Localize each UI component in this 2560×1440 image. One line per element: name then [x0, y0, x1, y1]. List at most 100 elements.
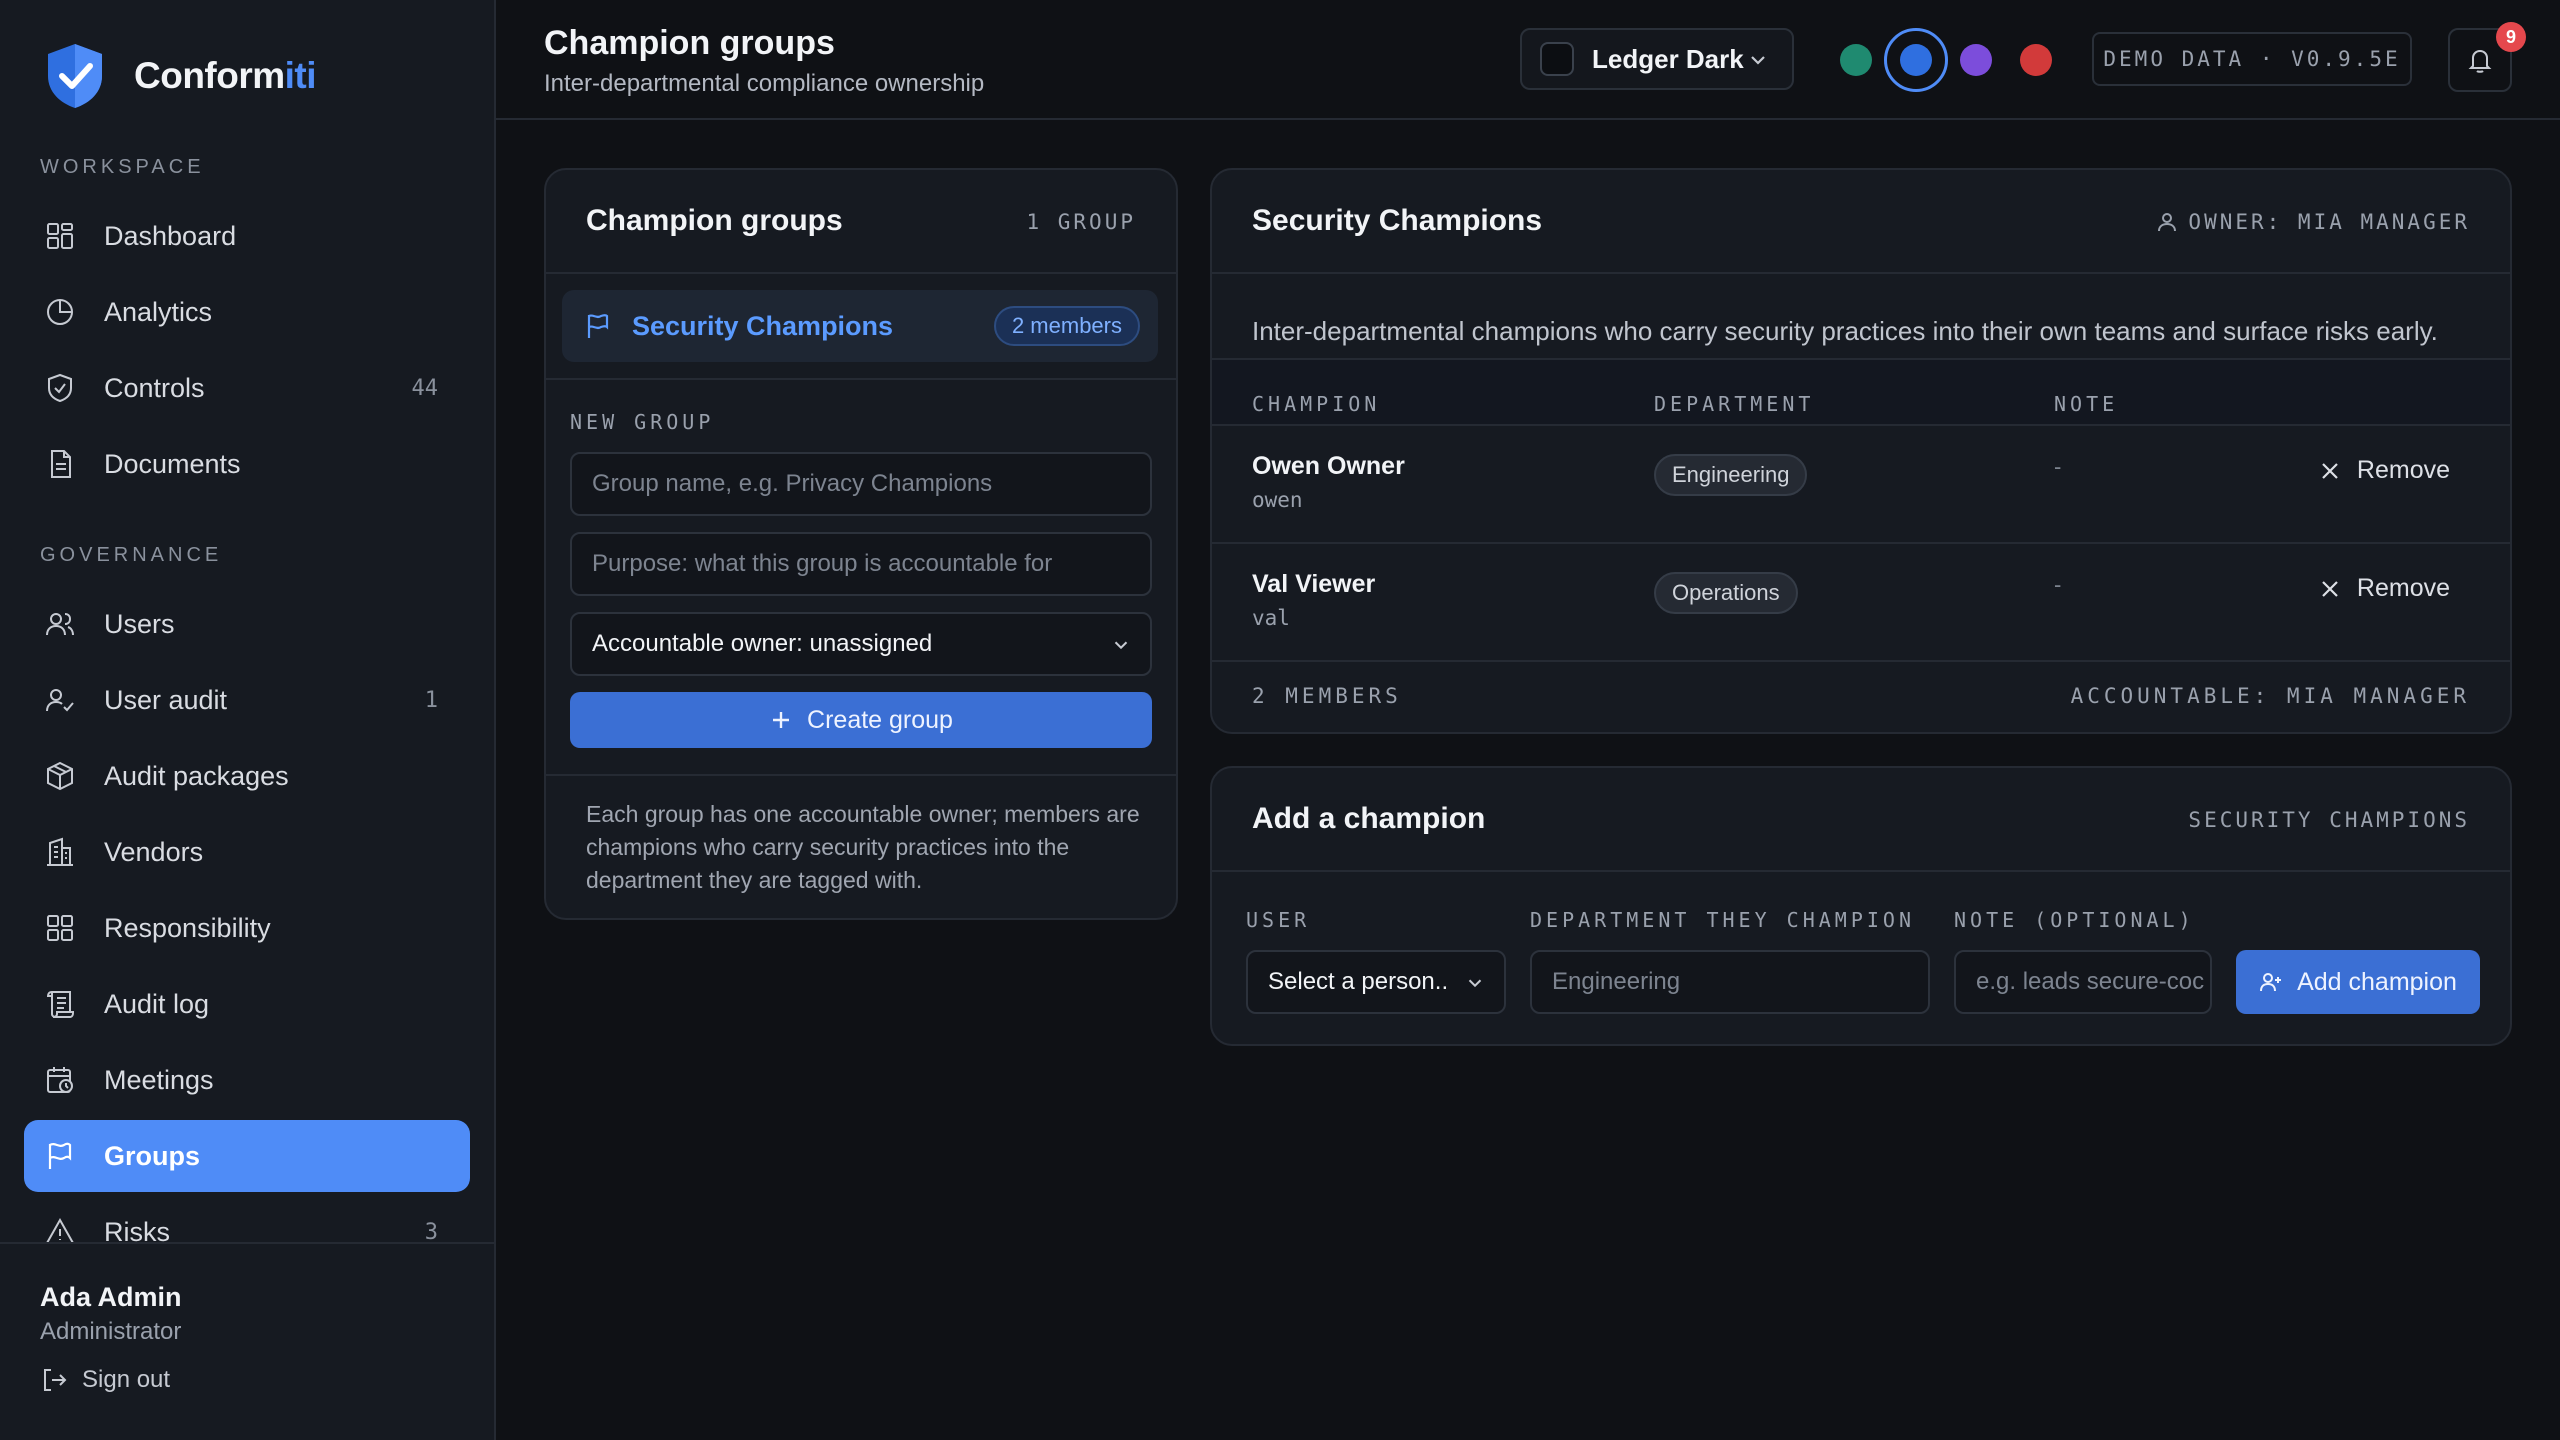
divider — [546, 774, 1176, 776]
sidebar-item-groups[interactable]: Groups — [24, 1120, 470, 1192]
divider — [546, 378, 1176, 380]
scroll-icon — [46, 991, 74, 1018]
add-champion-panel: Add a champion SECURITY CHAMPIONS USER D… — [1210, 766, 2512, 1046]
document-icon — [51, 450, 71, 478]
user-audit-count-badge: 1 — [424, 687, 438, 713]
divider — [1212, 660, 2510, 662]
panel-title: Champion groups — [586, 204, 843, 237]
champion-handle: owen — [1252, 488, 1303, 512]
champion-name: Owen Owner — [1252, 452, 1405, 480]
department-input[interactable]: Engineering — [1530, 950, 1930, 1014]
remove-champion-button[interactable]: Remove — [2319, 574, 2450, 603]
sidebar-item-vendors[interactable]: Vendors — [24, 816, 470, 888]
panel-header: Add a champion SECURITY CHAMPIONS — [1212, 768, 2510, 872]
panel-header: Champion groups 1 GROUP — [546, 170, 1176, 274]
analytics-icon — [47, 299, 73, 325]
sign-out-link[interactable]: Sign out — [40, 1366, 170, 1394]
user-select-value: Select a person.. — [1268, 968, 1449, 995]
flag-icon — [48, 1142, 72, 1169]
champion-name: Val Viewer — [1252, 570, 1376, 598]
user-select[interactable]: Select a person.. — [1246, 950, 1506, 1014]
column-header-department: DEPARTMENT — [1654, 392, 1815, 416]
theme-swatch — [1540, 42, 1574, 76]
user-panel: Ada Admin Administrator Sign out — [0, 1242, 494, 1440]
sign-out-icon — [44, 1369, 67, 1391]
column-header-champion: CHAMPION — [1252, 392, 1381, 416]
sidebar-item-dashboard[interactable]: Dashboard — [24, 200, 470, 272]
accountable-owner-label: ACCOUNTABLE: MIA MANAGER — [2070, 684, 2470, 708]
flag-icon — [587, 314, 609, 338]
sidebar-item-label: Dashboard — [104, 220, 237, 251]
sidebar-item-audit-packages[interactable]: Audit packages — [24, 740, 470, 812]
group-count: 1 GROUP — [1026, 210, 1136, 234]
divider — [1212, 424, 2510, 426]
sidebar-item-audit-log[interactable]: Audit log — [24, 968, 470, 1040]
accent-swatch-red[interactable] — [2020, 44, 2052, 76]
department-badge: Operations — [1654, 572, 1798, 614]
group-item-security-champions[interactable]: Security Champions 2 members — [562, 290, 1158, 362]
user-plus-icon — [2260, 973, 2282, 992]
page-header: Champion groups Inter-departmental compl… — [496, 0, 2560, 120]
note-field-label: NOTE (OPTIONAL) — [1954, 908, 2195, 932]
accent-swatch-purple[interactable] — [1960, 44, 1992, 76]
target-group-label: SECURITY CHAMPIONS — [2188, 808, 2470, 832]
department-field-label: DEPARTMENT THEY CHAMPION — [1530, 908, 1915, 932]
champion-handle: val — [1252, 606, 1290, 630]
group-name-input[interactable]: Group name, e.g. Privacy Champions — [570, 452, 1152, 516]
chevron-down-icon — [1114, 641, 1128, 650]
notifications-count-badge: 9 — [2496, 22, 2526, 52]
add-champion-title: Add a champion — [1252, 802, 1486, 835]
column-header-note: NOTE — [2054, 392, 2119, 416]
champion-note: - — [2054, 454, 2062, 479]
sidebar-item-label: Analytics — [104, 296, 213, 327]
group-detail-panel: Security Champions OWNER: MIA MANAGER In… — [1210, 168, 2512, 734]
workspace-section-label: WORKSPACE — [40, 156, 205, 178]
page-title: Champion groups — [544, 24, 835, 62]
note-input[interactable]: e.g. leads secure-coc — [1954, 950, 2212, 1014]
governance-section-label: GOVERNANCE — [40, 544, 223, 566]
member-count: 2 MEMBERS — [1252, 684, 1402, 708]
calendar-icon — [47, 1067, 73, 1093]
champion-groups-panel: Champion groups 1 GROUP Security Champio… — [544, 168, 1178, 920]
group-purpose-input[interactable]: Purpose: what this group is accountable … — [570, 532, 1152, 596]
risks-count-badge: 3 — [424, 1219, 438, 1245]
users-icon — [46, 613, 74, 636]
user-check-icon — [46, 689, 74, 712]
new-group-label: NEW GROUP — [570, 410, 715, 434]
sidebar-item-label: Audit log — [104, 988, 210, 1019]
accent-swatch-teal[interactable] — [1840, 44, 1872, 76]
table-header-row — [1212, 360, 2510, 424]
accountable-owner-select[interactable]: Accountable owner: unassigned — [570, 612, 1152, 676]
sidebar-item-label: Responsibility — [104, 912, 271, 943]
sidebar-item-controls[interactable]: Controls 44 — [24, 352, 470, 424]
sidebar-item-meetings[interactable]: Meetings — [24, 1044, 470, 1116]
groups-help-text: Each group has one accountable owner; me… — [586, 801, 1140, 893]
sidebar-item-users[interactable]: Users — [24, 588, 470, 660]
sidebar-item-label: Groups — [104, 1140, 201, 1171]
sidebar-item-user-audit[interactable]: User audit 1 — [24, 664, 470, 736]
brand[interactable]: Conformiti — [44, 42, 317, 110]
remove-champion-button[interactable]: Remove — [2319, 456, 2450, 485]
sidebar-item-responsibility[interactable]: Responsibility — [24, 892, 470, 964]
shield-check-logo-icon — [48, 44, 102, 108]
bell-icon — [2468, 49, 2492, 73]
group-description: Inter-departmental champions who carry s… — [1252, 316, 2438, 346]
shield-icon — [48, 373, 72, 403]
sidebar-item-label: Meetings — [104, 1064, 214, 1095]
current-user-role: Administrator — [40, 1318, 182, 1345]
sidebar-item-documents[interactable]: Documents — [24, 428, 470, 500]
sidebar-item-analytics[interactable]: Analytics — [24, 276, 470, 348]
theme-select[interactable]: Ledger Dark — [1520, 28, 1794, 90]
create-group-button[interactable]: Create group — [570, 692, 1152, 748]
building-icon — [47, 837, 73, 866]
add-champion-button[interactable]: Add champion — [2236, 950, 2480, 1014]
champion-note: - — [2054, 572, 2062, 597]
brand-name: Conformiti — [134, 55, 317, 96]
user-field-label: USER — [1246, 908, 1311, 932]
sidebar-item-label: User audit — [104, 684, 228, 715]
sidebar-item-label: Vendors — [104, 836, 204, 867]
accent-swatch-blue[interactable] — [1900, 44, 1932, 76]
chevron-down-icon — [1468, 979, 1482, 988]
close-icon — [2322, 462, 2338, 479]
group-name: Security Champions — [632, 310, 894, 341]
